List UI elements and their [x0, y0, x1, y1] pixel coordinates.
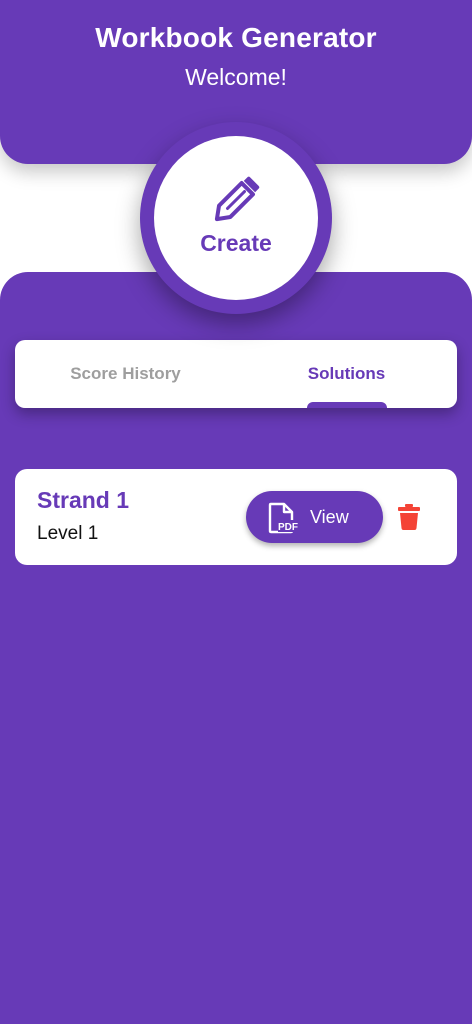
view-label: View	[310, 507, 349, 527]
selected-tab-indicator	[307, 402, 387, 408]
item-title: Strand 1	[37, 487, 130, 513]
pdf-icon-text: PDF	[278, 522, 298, 533]
create-label: Create	[200, 230, 272, 256]
trash-icon[interactable]	[398, 504, 420, 530]
pencil-icon	[214, 176, 260, 222]
list-item: Strand 1 Level 1 PDF View	[15, 469, 457, 565]
view-pdf-button[interactable]: PDF View	[246, 491, 383, 543]
item-subtitle: Level 1	[37, 523, 99, 544]
app-title: Workbook Generator	[95, 22, 377, 53]
tab-solutions[interactable]: Solutions	[236, 340, 457, 408]
tab-score-history[interactable]: Score History	[15, 340, 236, 408]
tab-bar: Score History Solutions	[15, 340, 457, 408]
welcome-text: Welcome!	[185, 64, 287, 90]
pdf-file-icon: PDF	[268, 502, 298, 534]
